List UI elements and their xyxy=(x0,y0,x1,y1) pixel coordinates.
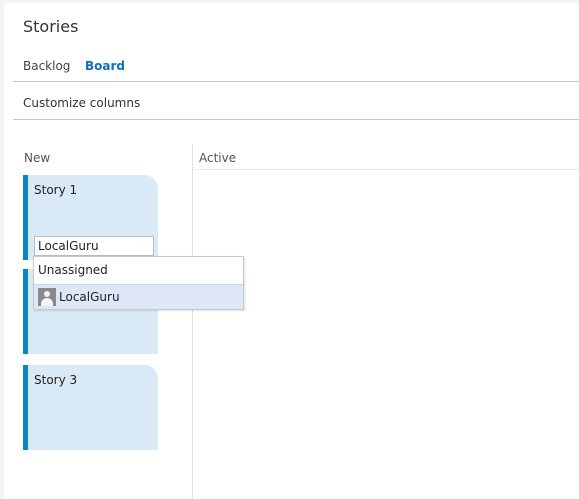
customize-columns-button[interactable]: Customize columns xyxy=(23,96,140,110)
dropdown-option-localguru[interactable]: LocalGuru xyxy=(34,284,243,309)
card-title: Story 1 xyxy=(34,183,78,197)
page-title: Stories xyxy=(23,17,79,36)
story-card-3[interactable]: Story 3 xyxy=(23,365,158,450)
tab-backlog[interactable]: Backlog xyxy=(23,59,70,73)
tab-board[interactable]: Board xyxy=(85,59,125,73)
column-header-new: New xyxy=(24,151,51,165)
assigned-to-input[interactable] xyxy=(34,236,154,256)
dropdown-option-unassigned[interactable]: Unassigned xyxy=(34,258,243,283)
main-panel: Stories Backlog Board Customize columns … xyxy=(4,3,579,499)
tabs-divider xyxy=(13,81,579,82)
assignee-dropdown: Unassigned LocalGuru xyxy=(33,256,244,310)
column-header-active: Active xyxy=(199,151,237,165)
user-avatar-icon xyxy=(38,288,56,306)
toolbar-divider xyxy=(13,119,579,120)
card-title: Story 3 xyxy=(34,373,78,387)
option-label: LocalGuru xyxy=(59,290,120,304)
column-header-underline xyxy=(193,169,579,170)
option-label: Unassigned xyxy=(38,263,108,277)
column-divider xyxy=(192,144,193,499)
